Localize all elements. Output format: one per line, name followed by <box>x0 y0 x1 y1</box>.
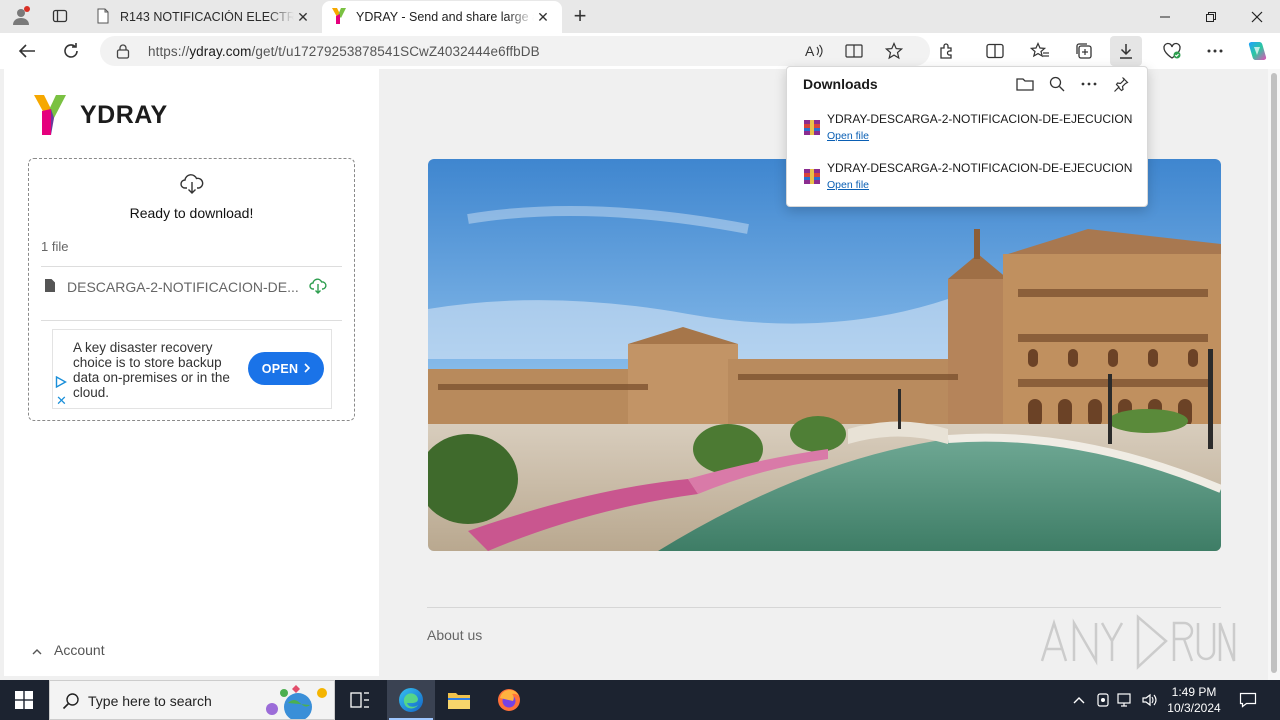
download-item[interactable]: YDRAY-DESCARGA-2-NOTIFICACION-DE-EJECUCI… <box>801 161 1137 201</box>
collections-icon[interactable] <box>1068 36 1100 66</box>
show-hidden-icons-chevron[interactable] <box>1068 680 1090 720</box>
ydray-logo-icon <box>34 95 66 135</box>
more-options-icon[interactable] <box>1077 73 1101 95</box>
task-view-icon[interactable] <box>336 680 384 720</box>
logo-text: YDRAY <box>80 100 168 129</box>
ad-open-label: OPEN <box>261 361 299 376</box>
document-icon <box>96 8 110 27</box>
svg-text:A: A <box>805 43 815 59</box>
cloud-download-icon <box>180 173 204 198</box>
search-highlight-icon <box>260 683 332 720</box>
open-file-link[interactable]: Open file <box>827 179 869 191</box>
open-folder-icon[interactable] <box>1013 73 1037 95</box>
url-text[interactable]: https://ydray.com/get/t/u17279253878541S… <box>148 44 540 59</box>
downloads-panel: Downloads YDRAY-DESCARGA-2-NOTIFICACION-… <box>786 66 1148 207</box>
scrollbar-thumb[interactable] <box>1271 73 1277 673</box>
file-explorer-icon[interactable] <box>435 680 483 720</box>
address-bar[interactable]: https://ydray.com/get/t/u17279253878541S… <box>100 36 930 66</box>
ad-open-button[interactable]: OPEN <box>248 352 324 385</box>
start-button[interactable] <box>0 680 48 720</box>
favorites-icon[interactable] <box>1024 36 1056 66</box>
file-icon <box>45 279 55 295</box>
download-card: Ready to download! 1 file DESCARGA-2-NOT… <box>28 158 355 421</box>
network-icon[interactable] <box>1115 680 1137 720</box>
tab-ydray[interactable]: YDRAY - Send and share large and ✕ <box>322 1 562 33</box>
chevron-right-icon <box>304 362 311 376</box>
ydray-logo[interactable]: YDRAY <box>34 95 168 135</box>
split-screen-icon[interactable] <box>979 36 1011 66</box>
download-filename[interactable]: YDRAY-DESCARGA-2-NOTIFICACION-DE-EJECUCI… <box>827 112 1133 126</box>
browser-toolbar: https://ydray.com/get/t/u17279253878541S… <box>0 33 1280 69</box>
tab-actions-icon[interactable] <box>47 4 73 28</box>
url-prefix: https:// <box>148 44 190 59</box>
open-file-link[interactable]: Open file <box>827 130 869 142</box>
ad-close-icon[interactable]: ✕ <box>56 393 67 409</box>
lock-icon[interactable] <box>116 43 130 62</box>
tab-title: YDRAY - Send and share large and <box>356 10 534 24</box>
taskbar-search-box[interactable]: Type here to search <box>49 680 335 720</box>
url-domain: ydray.com <box>189 44 252 59</box>
url-path: /get/t/u17279253878541SCwZ4032444e6ffbDB <box>251 44 540 59</box>
search-icon <box>62 692 80 713</box>
close-tab-icon[interactable]: ✕ <box>294 8 312 26</box>
windows-taskbar: Type here to search 1:49 PM 10/3/2024 <box>0 680 1280 720</box>
edge-taskbar-icon[interactable] <box>387 680 435 720</box>
notifications-icon[interactable] <box>1232 680 1264 720</box>
ydray-favicon-icon <box>332 7 346 27</box>
browser-tab-bar: R143 NOTIFICACIÓN ELECTRÓNICA ✕ YDRAY - … <box>0 0 1280 33</box>
archive-file-icon <box>803 167 821 188</box>
back-button[interactable] <box>11 36 43 66</box>
read-aloud-icon[interactable]: A <box>802 40 826 62</box>
profile-icon[interactable] <box>8 4 34 28</box>
tab-title: R143 NOTIFICACIÓN ELECTRÓNICA <box>120 10 294 24</box>
search-placeholder: Type here to search <box>88 693 212 709</box>
account-toggle[interactable]: Account <box>32 642 105 658</box>
extensions-icon[interactable] <box>931 36 963 66</box>
page-scrollbar[interactable] <box>1268 69 1280 680</box>
close-window-button[interactable] <box>1234 0 1280 33</box>
clock-time: 1:49 PM <box>1171 685 1217 699</box>
clock-date: 10/3/2024 <box>1167 701 1221 715</box>
immersive-reader-icon[interactable] <box>842 40 866 62</box>
minimize-button[interactable] <box>1142 0 1188 33</box>
windows-logo-icon <box>15 691 33 709</box>
download-item[interactable]: YDRAY-DESCARGA-2-NOTIFICACION-DE-EJECUCI… <box>801 112 1137 152</box>
file-download-icon[interactable] <box>309 278 327 297</box>
downloads-button[interactable] <box>1110 36 1142 66</box>
ad-banner[interactable]: A key disaster recovery choice is to sto… <box>52 329 332 409</box>
close-tab-icon[interactable]: ✕ <box>534 8 552 26</box>
system-clock[interactable]: 1:49 PM 10/3/2024 <box>1163 684 1225 716</box>
browser-essentials-icon[interactable] <box>1156 36 1188 66</box>
firefox-icon[interactable] <box>485 680 533 720</box>
footer-divider <box>427 607 1221 608</box>
refresh-button[interactable] <box>55 36 87 66</box>
file-name[interactable]: DESCARGA-2-NOTIFICACION-DE... <box>67 279 299 295</box>
ad-text: A key disaster recovery choice is to sto… <box>73 340 230 400</box>
divider <box>41 266 342 267</box>
volume-icon[interactable] <box>1138 680 1162 720</box>
download-filename[interactable]: YDRAY-DESCARGA-2-NOTIFICACION-DE-EJECUCI… <box>827 161 1133 175</box>
account-label: Account <box>54 642 105 658</box>
favorite-star-icon[interactable] <box>882 40 906 62</box>
restore-button[interactable] <box>1188 0 1234 33</box>
hero-image <box>428 159 1221 551</box>
new-tab-button[interactable]: + <box>566 3 594 28</box>
adchoices-icon[interactable] <box>55 375 67 391</box>
device-icon[interactable] <box>1092 680 1114 720</box>
search-downloads-icon[interactable] <box>1045 73 1069 95</box>
more-menu-icon[interactable] <box>1199 36 1231 66</box>
sidebar: YDRAY Ready to download! 1 file DESCARGA… <box>4 69 379 676</box>
anyrun-watermark-logo <box>1038 609 1238 673</box>
pin-icon[interactable] <box>1109 73 1133 95</box>
ready-title: Ready to download! <box>129 205 254 221</box>
copilot-icon[interactable] <box>1241 36 1273 66</box>
about-us-link[interactable]: About us <box>427 627 482 643</box>
downloads-title: Downloads <box>803 76 878 92</box>
tab-r143-notificacion[interactable]: R143 NOTIFICACIÓN ELECTRÓNICA ✕ <box>86 1 322 33</box>
divider <box>41 320 342 321</box>
archive-file-icon <box>803 118 821 139</box>
chevron-up-icon <box>32 642 42 658</box>
file-count: 1 file <box>41 239 69 254</box>
file-row[interactable]: DESCARGA-2-NOTIFICACION-DE... <box>45 277 335 297</box>
